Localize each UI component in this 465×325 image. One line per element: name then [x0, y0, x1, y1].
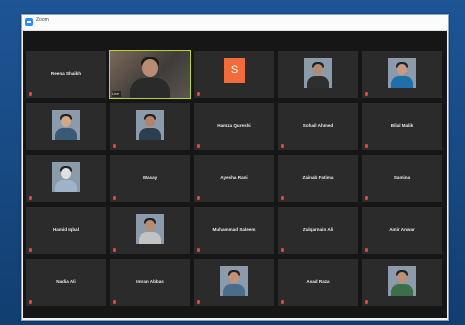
mic-muted-icon — [29, 92, 32, 96]
participant-tile[interactable] — [110, 207, 190, 254]
avatar-head — [61, 168, 71, 179]
participant-name: Samina — [393, 175, 411, 180]
participant-photo — [388, 58, 416, 88]
participant-photo — [136, 214, 164, 244]
participant-tile[interactable]: Ayesha Rani — [194, 155, 274, 202]
mic-muted-icon — [113, 300, 116, 304]
avatar-body — [139, 232, 161, 244]
participant-tile[interactable]: Samina — [362, 155, 442, 202]
mic-muted-icon — [365, 144, 368, 148]
mic-muted-icon — [365, 92, 368, 96]
participant-photo — [136, 110, 164, 140]
mic-muted-icon — [281, 300, 284, 304]
mic-muted-icon — [197, 300, 200, 304]
participant-name: Muhammad Saleem — [212, 227, 256, 232]
participant-photo — [388, 266, 416, 296]
mic-muted-icon — [113, 144, 116, 148]
mic-muted-icon — [197, 92, 200, 96]
participant-tile[interactable]: Reena Shaikh — [26, 51, 106, 98]
participant-tile[interactable]: Asad Raza — [278, 259, 358, 306]
avatar-body — [55, 128, 77, 140]
mic-muted-icon — [29, 248, 32, 252]
title-bar: Zoom — [22, 15, 448, 31]
avatar-body — [139, 128, 161, 140]
avatar-head — [145, 116, 155, 127]
participant-tile[interactable]: Muhammad Saleem — [194, 207, 274, 254]
avatar-head — [397, 272, 407, 283]
participant-tile[interactable]: Hamid Iqbal — [26, 207, 106, 254]
participant-label-text: Live — [112, 92, 119, 96]
zoom-window: Zoom Reena Shaikh Live S Hamza Qureshi Sohai… — [21, 14, 449, 321]
gallery-view: Reena Shaikh Live S Hamza Qureshi Sohail Ahm… — [23, 31, 447, 318]
avatar-body — [223, 284, 245, 296]
participant-name: Reena Shaikh — [50, 71, 82, 76]
participant-tile[interactable]: S — [194, 51, 274, 98]
participant-name: Hamza Qureshi — [217, 123, 251, 128]
avatar-head — [397, 64, 407, 75]
avatar-head — [145, 220, 155, 231]
participant-tile[interactable]: Nadia Ali — [26, 259, 106, 306]
participant-name: Amir Anwar — [389, 227, 415, 232]
participant-name: Wasay — [142, 175, 158, 180]
participant-name: Imran Abbas — [136, 279, 164, 284]
participant-name: Hamid Iqbal — [52, 227, 80, 232]
window-title: Zoom — [36, 17, 49, 23]
mic-muted-icon — [29, 300, 32, 304]
mic-muted-icon — [365, 300, 368, 304]
mic-muted-icon — [113, 248, 116, 252]
participant-name: Sohail Ahmed — [302, 123, 334, 128]
avatar-body — [55, 180, 77, 192]
participant-name: Asad Raza — [306, 279, 330, 284]
mic-muted-icon — [197, 248, 200, 252]
participant-tile[interactable]: Zulqarnain Ali — [278, 207, 358, 254]
avatar-head — [61, 116, 71, 127]
video-person-body — [130, 78, 170, 98]
mic-muted-icon — [281, 144, 284, 148]
participant-photo — [52, 110, 80, 140]
desktop-background: Zoom Reena Shaikh Live S Hamza Qureshi Sohai… — [0, 0, 465, 325]
participant-name: Nadia Ali — [56, 279, 76, 284]
participant-tile[interactable]: Sohail Ahmed — [278, 103, 358, 150]
participant-photo — [220, 266, 248, 296]
participant-tile[interactable]: Imran Abbas — [110, 259, 190, 306]
participant-tile[interactable] — [26, 103, 106, 150]
participant-tile[interactable] — [110, 103, 190, 150]
participant-tile[interactable]: Amir Anwar — [362, 207, 442, 254]
participant-tile[interactable]: Hamza Qureshi — [194, 103, 274, 150]
participant-tile[interactable] — [26, 155, 106, 202]
participant-tile[interactable]: Wasay — [110, 155, 190, 202]
video-person-head — [142, 59, 158, 77]
mic-muted-icon — [197, 196, 200, 200]
participant-tile[interactable] — [362, 259, 442, 306]
participant-tile[interactable]: Bilal Malik — [362, 103, 442, 150]
avatar-body — [391, 284, 413, 296]
participant-name: Ayesha Rani — [220, 175, 248, 180]
mic-muted-icon — [281, 248, 284, 252]
mic-muted-icon — [29, 196, 32, 200]
participant-tile[interactable]: Zainab Fatima — [278, 155, 358, 202]
participant-initial-avatar: S — [224, 58, 245, 83]
mic-muted-icon — [365, 248, 368, 252]
participant-label: Live — [112, 91, 121, 97]
avatar-head — [313, 64, 323, 75]
participant-name: Bilal Malik — [390, 123, 414, 128]
participant-name: Zulqarnain Ali — [302, 227, 334, 232]
participant-tile[interactable] — [362, 51, 442, 98]
participant-video — [110, 51, 190, 98]
zoom-app-icon — [25, 18, 33, 26]
avatar-head — [229, 272, 239, 283]
avatar-body — [391, 76, 413, 88]
mic-muted-icon — [197, 144, 200, 148]
mic-muted-icon — [281, 196, 284, 200]
participant-photo — [304, 58, 332, 88]
participant-name: Zainab Fatima — [302, 175, 334, 180]
participant-tile[interactable] — [278, 51, 358, 98]
mic-muted-icon — [365, 196, 368, 200]
avatar-body — [307, 76, 329, 88]
participant-tile[interactable] — [194, 259, 274, 306]
participant-photo — [52, 162, 80, 192]
participant-tile[interactable]: Live — [109, 50, 191, 99]
mic-muted-icon — [113, 196, 116, 200]
